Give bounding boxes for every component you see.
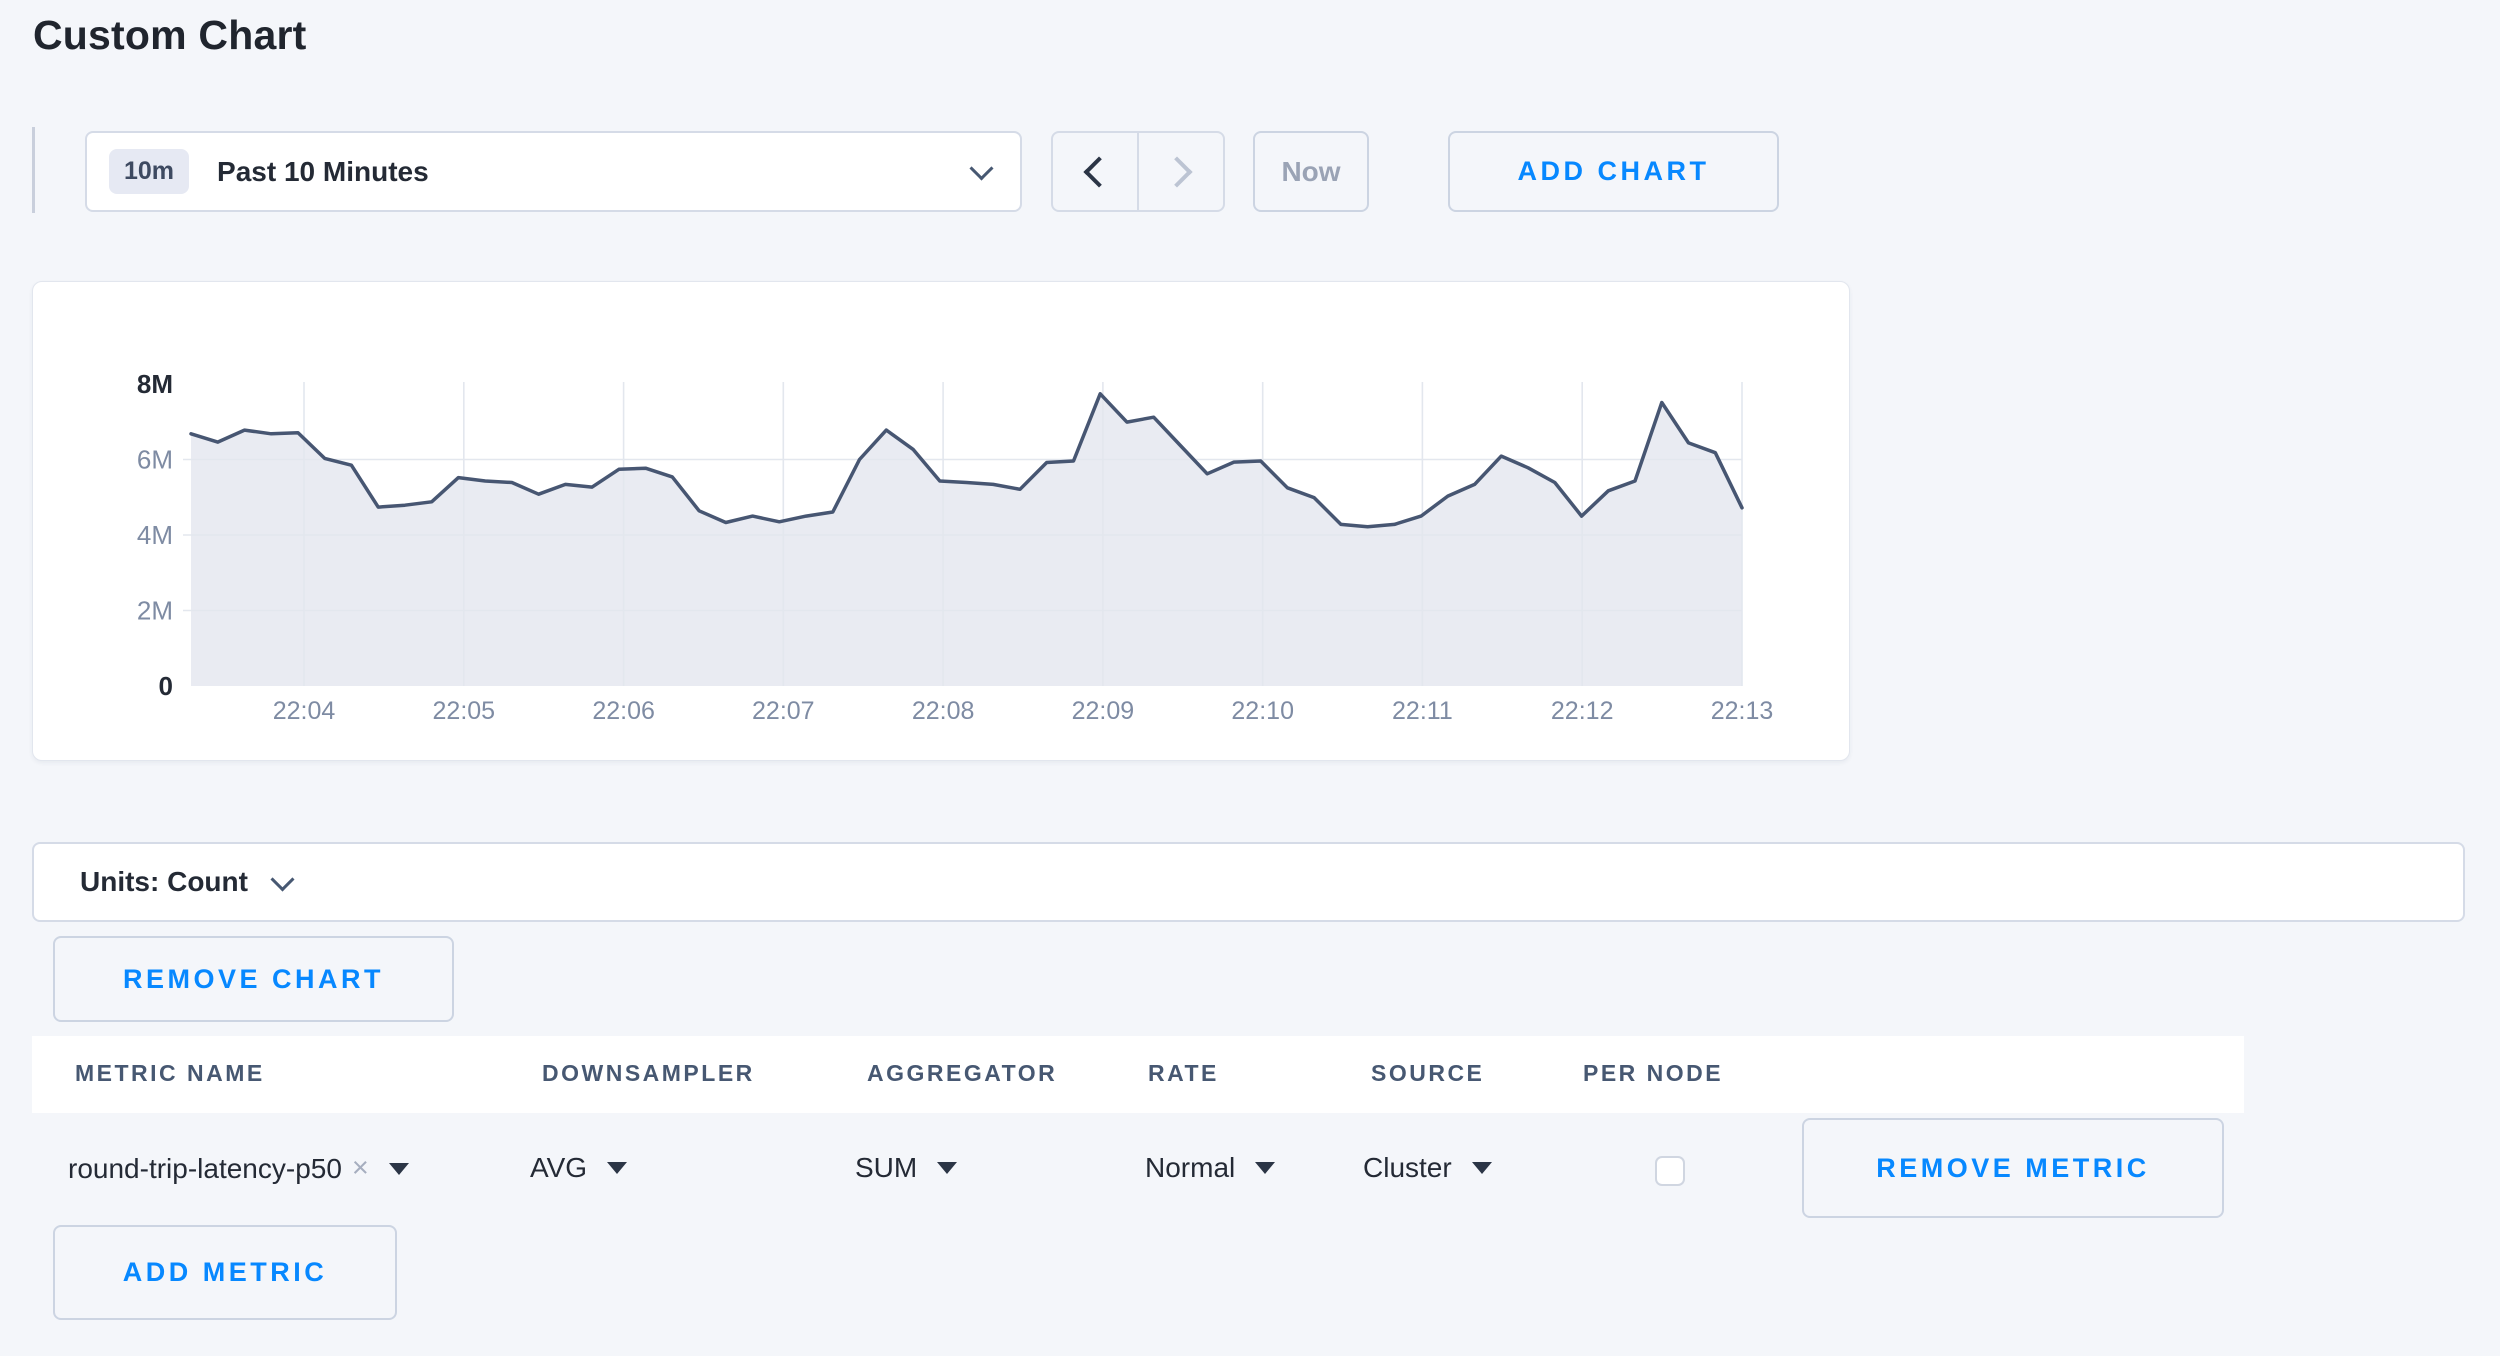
now-button[interactable]: Now xyxy=(1253,131,1369,212)
col-header-aggregator: AGGREGATOR xyxy=(867,1060,1057,1087)
chevron-left-icon xyxy=(1083,156,1114,187)
time-window-dropdown[interactable]: 10m Past 10 Minutes xyxy=(85,131,1022,212)
svg-text:22:13: 22:13 xyxy=(1711,697,1774,725)
col-header-source: SOURCE xyxy=(1371,1060,1484,1087)
caret-down-icon xyxy=(937,1162,957,1174)
time-window-label: Past 10 Minutes xyxy=(217,156,973,188)
chevron-down-icon xyxy=(270,867,294,891)
svg-text:22:06: 22:06 xyxy=(592,697,655,725)
remove-chart-button[interactable]: REMOVE CHART xyxy=(53,936,454,1022)
next-interval-button[interactable] xyxy=(1137,133,1223,210)
svg-text:22:04: 22:04 xyxy=(273,697,336,725)
time-window-badge: 10m xyxy=(109,149,189,194)
svg-text:22:12: 22:12 xyxy=(1551,697,1614,725)
metric-name-dropdown[interactable]: round-trip-latency-p50 × xyxy=(68,1152,409,1185)
col-header-metric-name: METRIC NAME xyxy=(75,1060,265,1087)
rate-value: Normal xyxy=(1145,1152,1235,1184)
downsampler-dropdown[interactable]: AVG xyxy=(530,1152,627,1184)
aggregator-dropdown[interactable]: SUM xyxy=(855,1152,957,1184)
svg-text:22:05: 22:05 xyxy=(433,697,496,725)
svg-text:22:10: 22:10 xyxy=(1231,697,1294,725)
clear-metric-icon[interactable]: × xyxy=(352,1152,369,1185)
time-pager xyxy=(1051,131,1225,212)
col-header-downsampler: DOWNSAMPLER xyxy=(542,1060,755,1087)
svg-text:22:09: 22:09 xyxy=(1072,697,1135,725)
metrics-table-header: METRIC NAME DOWNSAMPLER AGGREGATOR RATE … xyxy=(32,1036,2244,1113)
timeseries-svg: 22:04 22:05 22:06 22:07 22:08 22:09 22:10 22:11… xyxy=(33,282,1849,760)
units-label: Units: Count xyxy=(80,866,248,898)
svg-text:4M: 4M xyxy=(137,520,173,550)
caret-down-icon xyxy=(607,1162,627,1174)
per-node-checkbox[interactable] xyxy=(1655,1156,1685,1186)
svg-text:22:08: 22:08 xyxy=(912,697,975,725)
page-title: Custom Chart xyxy=(33,12,306,59)
metric-name-value: round-trip-latency-p50 xyxy=(68,1153,342,1185)
add-metric-button[interactable]: ADD METRIC xyxy=(53,1225,397,1320)
rate-dropdown[interactable]: Normal xyxy=(1145,1152,1275,1184)
add-chart-button[interactable]: ADD CHART xyxy=(1448,131,1779,212)
units-dropdown[interactable]: Units: Count xyxy=(32,842,2465,922)
chevron-down-icon xyxy=(969,156,993,180)
remove-metric-button[interactable]: REMOVE METRIC xyxy=(1802,1118,2224,1218)
svg-text:22:07: 22:07 xyxy=(752,697,815,725)
col-header-rate: RATE xyxy=(1148,1060,1219,1087)
downsampler-value: AVG xyxy=(530,1152,587,1184)
caret-down-icon xyxy=(1472,1162,1492,1174)
caret-down-icon xyxy=(389,1163,409,1175)
svg-text:6M: 6M xyxy=(137,445,173,475)
source-dropdown[interactable]: Cluster xyxy=(1363,1152,1492,1184)
chevron-right-icon xyxy=(1161,156,1192,187)
caret-down-icon xyxy=(1255,1162,1275,1174)
svg-text:8M: 8M xyxy=(137,369,173,399)
svg-text:22:11: 22:11 xyxy=(1392,697,1453,725)
chart-card: 22:04 22:05 22:06 22:07 22:08 22:09 22:10 22:11… xyxy=(32,281,1850,761)
toolbar-left-divider xyxy=(32,127,35,213)
aggregator-value: SUM xyxy=(855,1152,917,1184)
col-header-per-node: PER NODE xyxy=(1583,1060,1723,1087)
svg-text:0: 0 xyxy=(159,671,173,701)
source-value: Cluster xyxy=(1363,1152,1452,1184)
svg-text:2M: 2M xyxy=(137,596,173,626)
prev-interval-button[interactable] xyxy=(1053,133,1137,210)
